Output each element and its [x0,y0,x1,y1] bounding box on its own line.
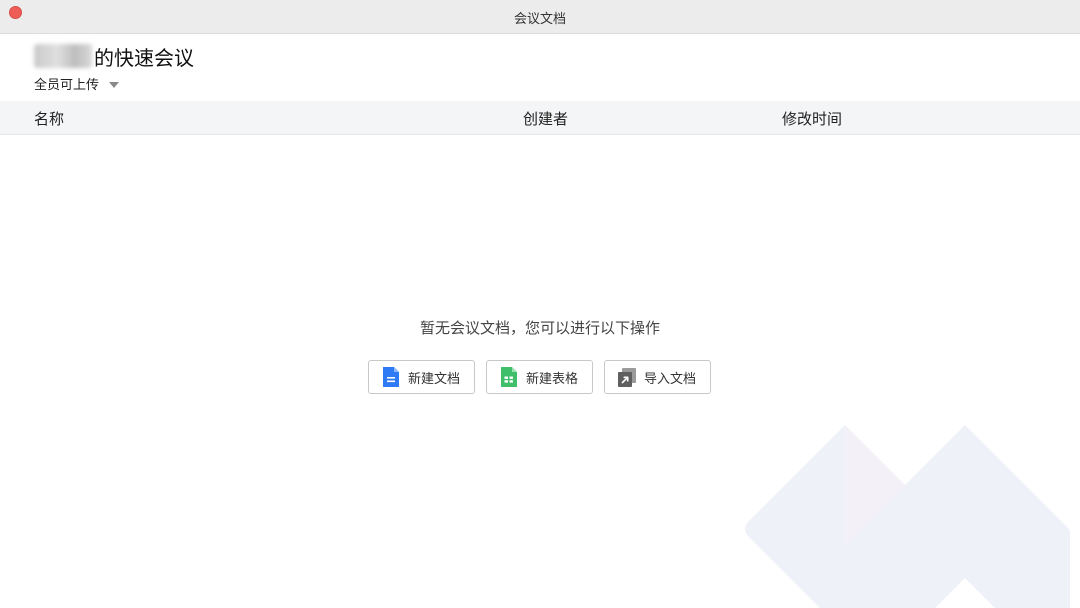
import-document-button[interactable]: 导入文档 [604,360,711,394]
new-document-button[interactable]: 新建文档 [368,360,475,394]
redacted-host-name [34,44,92,68]
meeting-docs-window: 会议文档 的快速会议 全员可上传 名称 创建者 修改时间 暂无会议文档，您可以进… [0,0,1080,608]
window-title: 会议文档 [513,12,566,27]
meeting-title: 的快速会议 [34,42,194,70]
import-document-label: 导入文档 [644,371,697,387]
brand-watermark [745,425,1070,608]
column-header-creator[interactable]: 创建者 [523,108,568,129]
import-icon [618,368,636,387]
table-header: 名称 创建者 修改时间 [0,101,1080,135]
sheet-icon [501,367,517,387]
upload-permission-label: 全员可上传 [34,78,100,93]
title-bar: 会议文档 [0,0,1080,34]
meeting-header: 的快速会议 全员可上传 [0,34,1080,101]
chevron-down-icon [109,81,120,88]
new-document-label: 新建文档 [408,371,461,387]
new-spreadsheet-label: 新建表格 [526,371,579,387]
upload-permission-dropdown[interactable]: 全员可上传 [34,74,120,93]
empty-state-actions: 新建文档 新建表格 导入文档 [368,360,711,394]
doc-icon [383,367,399,387]
column-header-modified-time[interactable]: 修改时间 [782,108,842,129]
new-spreadsheet-button[interactable]: 新建表格 [486,360,593,394]
column-header-name[interactable]: 名称 [34,108,64,129]
meeting-title-text: 的快速会议 [94,45,194,70]
empty-state-message: 暂无会议文档，您可以进行以下操作 [419,319,660,337]
